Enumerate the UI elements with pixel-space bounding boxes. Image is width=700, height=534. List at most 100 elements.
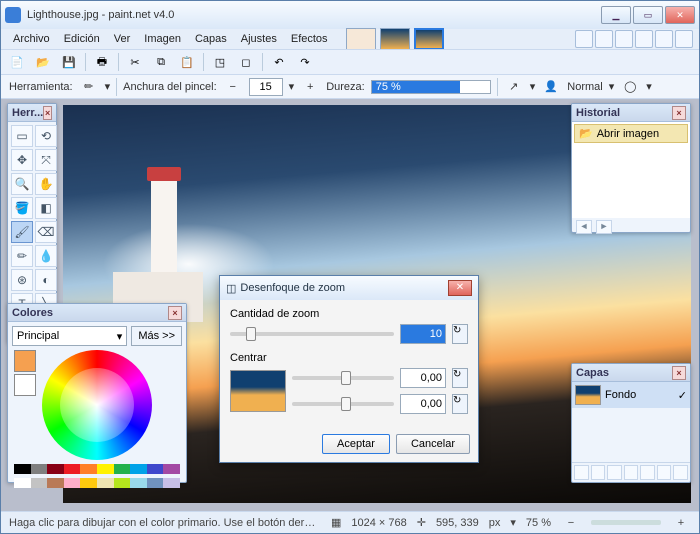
center-y-slider[interactable] <box>292 402 394 406</box>
copy-icon[interactable]: ⧉ <box>151 52 171 72</box>
blend-user-icon[interactable]: 👤 <box>541 77 561 97</box>
zoom-in-button[interactable]: + <box>671 513 691 533</box>
layer-row-fondo[interactable]: Fondo ✓ <box>572 382 690 408</box>
center-x-slider[interactable] <box>292 376 394 380</box>
brush-width-input[interactable] <box>249 78 283 96</box>
menu-efectos[interactable]: Efectos <box>285 31 334 47</box>
redo-icon[interactable]: ↷ <box>295 52 315 72</box>
tool-lasso[interactable]: ⟲ <box>35 125 57 147</box>
antialias-dropdown[interactable]: ▾ <box>530 80 536 93</box>
open-file-icon[interactable]: 📂 <box>33 52 53 72</box>
paste-icon[interactable]: 📋 <box>177 52 197 72</box>
settings-icon[interactable] <box>655 30 673 48</box>
colors-panel[interactable]: Colores× Principal▾ Más >> <box>7 303 187 483</box>
alpha-dropdown[interactable]: ▾ <box>646 80 652 93</box>
history-toggle-icon[interactable] <box>595 30 613 48</box>
undo-icon[interactable]: ↶ <box>269 52 289 72</box>
center-y-reset[interactable]: ↻ <box>452 394 468 414</box>
new-file-icon[interactable]: 📄 <box>7 52 27 72</box>
zoom-amount-input[interactable] <box>400 324 446 344</box>
titlebar[interactable]: Lighthouse.jpg - paint.net v4.0 ▁ ▭ ✕ <box>1 1 699 29</box>
doc-thumb-2[interactable] <box>380 28 410 50</box>
layer-up-button[interactable] <box>640 465 655 480</box>
tools-toggle-icon[interactable] <box>575 30 593 48</box>
current-tool-icon[interactable]: ✏ <box>79 77 99 97</box>
history-panel-close[interactable]: × <box>672 106 686 120</box>
width-decrease-button[interactable]: − <box>223 77 243 97</box>
tool-gradient[interactable]: ◧ <box>35 197 57 219</box>
tool-zoom[interactable]: 🔍 <box>11 173 33 195</box>
background-color-swatch[interactable] <box>14 374 36 396</box>
layer-add-button[interactable] <box>574 465 589 480</box>
dialog-ok-button[interactable]: Aceptar <box>322 434 390 454</box>
doc-thumb-1[interactable] <box>346 28 376 50</box>
history-redo-all[interactable]: ► <box>596 220 612 234</box>
layer-duplicate-button[interactable] <box>607 465 622 480</box>
width-dropdown-icon[interactable]: ▾ <box>289 80 295 93</box>
center-x-reset[interactable]: ↻ <box>452 368 468 388</box>
close-button[interactable]: ✕ <box>665 6 695 24</box>
menu-ajustes[interactable]: Ajustes <box>235 31 283 47</box>
alpha-icon[interactable]: ◯ <box>620 77 640 97</box>
center-y-input[interactable] <box>400 394 446 414</box>
layer-down-button[interactable] <box>657 465 672 480</box>
dialog-cancel-button[interactable]: Cancelar <box>396 434 470 454</box>
crop-icon[interactable]: ◳ <box>210 52 230 72</box>
colors-more-button[interactable]: Más >> <box>131 326 182 346</box>
menu-capas[interactable]: Capas <box>189 31 233 47</box>
tool-eraser[interactable]: ⌫ <box>35 221 57 243</box>
dialog-close-button[interactable]: ✕ <box>448 280 472 296</box>
tool-rect-select[interactable]: ▭ <box>11 125 33 147</box>
colors-toggle-icon[interactable] <box>635 30 653 48</box>
zoom-blur-dialog[interactable]: ◫ Desenfoque de zoom ✕ Cantidad de zoom … <box>219 275 479 463</box>
layers-panel[interactable]: Capas× Fondo ✓ <box>571 363 691 483</box>
zoom-out-button[interactable]: − <box>561 513 581 533</box>
zoom-slider[interactable] <box>591 520 661 525</box>
status-units[interactable]: px <box>489 517 501 529</box>
tool-pencil[interactable]: ✏ <box>11 245 33 267</box>
tool-recolor[interactable]: ◐ <box>35 269 57 291</box>
tool-paintbrush[interactable]: 🖌 <box>11 221 33 243</box>
tool-move-selection[interactable]: ⤧ <box>35 149 57 171</box>
zoom-amount-slider[interactable] <box>230 332 394 336</box>
maximize-button[interactable]: ▭ <box>633 6 663 24</box>
layers-toggle-icon[interactable] <box>615 30 633 48</box>
layer-visible-checkbox[interactable]: ✓ <box>678 389 687 402</box>
tool-pan[interactable]: ✋ <box>35 173 57 195</box>
layer-props-button[interactable] <box>673 465 688 480</box>
menu-archivo[interactable]: Archivo <box>7 31 56 47</box>
layer-merge-button[interactable] <box>624 465 639 480</box>
units-dropdown-icon[interactable]: ▾ <box>510 516 516 529</box>
tool-fill[interactable]: 🪣 <box>11 197 33 219</box>
tool-color-picker[interactable]: 💧 <box>35 245 57 267</box>
deselect-icon[interactable]: ◻ <box>236 52 256 72</box>
tool-move[interactable]: ✥ <box>11 149 33 171</box>
menu-edicion[interactable]: Edición <box>58 31 106 47</box>
palette-row-2[interactable] <box>14 478 180 488</box>
center-x-input[interactable] <box>400 368 446 388</box>
color-wheel[interactable] <box>42 350 152 460</box>
history-undo-all[interactable]: ◄ <box>576 220 592 234</box>
antialias-icon[interactable]: ↗ <box>504 77 524 97</box>
tools-panel-close[interactable]: × <box>43 106 52 120</box>
blend-mode-label[interactable]: Normal <box>567 81 602 93</box>
color-mode-select[interactable]: Principal▾ <box>12 326 127 346</box>
print-icon[interactable]: 🖶 <box>92 52 112 72</box>
tool-clone[interactable]: ⊛ <box>11 269 33 291</box>
cut-icon[interactable]: ✂ <box>125 52 145 72</box>
palette-row-1[interactable] <box>14 464 180 474</box>
foreground-color-swatch[interactable] <box>14 350 36 372</box>
menu-ver[interactable]: Ver <box>108 31 137 47</box>
layers-panel-close[interactable]: × <box>672 366 686 380</box>
minimize-button[interactable]: ▁ <box>601 6 631 24</box>
history-item-open[interactable]: 📂 Abrir imagen <box>574 124 688 143</box>
width-increase-button[interactable]: + <box>300 77 320 97</box>
history-panel[interactable]: Historial× 📂 Abrir imagen ◄ ► <box>571 103 691 233</box>
zoom-amount-reset[interactable]: ↻ <box>452 324 468 344</box>
doc-thumb-3[interactable] <box>414 28 444 50</box>
center-preview[interactable] <box>230 370 286 412</box>
hardness-slider[interactable]: 75 % <box>371 80 491 94</box>
blend-dropdown[interactable]: ▾ <box>609 80 615 93</box>
save-file-icon[interactable]: 💾 <box>59 52 79 72</box>
colors-panel-close[interactable]: × <box>168 306 182 320</box>
